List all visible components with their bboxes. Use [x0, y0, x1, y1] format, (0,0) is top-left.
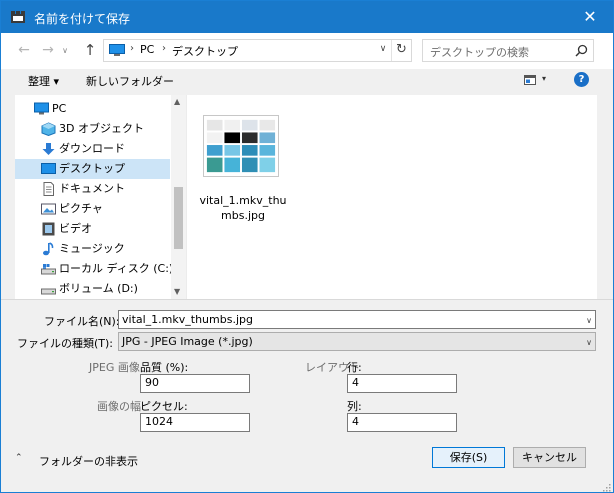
tree-item-videos[interactable]: ビデオ: [15, 219, 170, 239]
pixels-label: ピクセル:: [140, 400, 188, 413]
quality-input[interactable]: 90: [140, 374, 250, 393]
filetype-dropdown-chevron-icon[interactable]: ∨: [586, 335, 592, 350]
filename-dropdown-chevron-icon[interactable]: ∨: [586, 313, 592, 328]
scroll-down-icon[interactable]: ▼: [174, 287, 180, 296]
tree-item-pictures[interactable]: ピクチャ: [15, 199, 170, 219]
tree-item-pc[interactable]: PC: [15, 99, 170, 119]
tree-item-music[interactable]: ミュージック: [15, 239, 170, 259]
tree-item-3d-objects[interactable]: 3D オブジェクト: [15, 119, 170, 139]
refresh-button[interactable]: ↻: [391, 40, 411, 61]
address-dropdown-chevron-icon[interactable]: ∨: [377, 44, 389, 54]
refresh-icon: ↻: [396, 42, 407, 57]
computer-icon: [109, 44, 125, 56]
pixels-value: 1024: [145, 415, 173, 428]
recent-locations-chevron-icon[interactable]: ∨: [59, 42, 71, 60]
cols-input[interactable]: 4: [347, 413, 457, 432]
save-button-label: 保存(S): [449, 451, 488, 464]
file-name: vital_1.mkv_thumbs.jpg: [199, 194, 287, 222]
cancel-button-label: キャンセル: [522, 451, 577, 464]
rows-value: 4: [352, 376, 359, 389]
new-folder-button[interactable]: 新しいフォルダー: [86, 73, 174, 89]
filename-label: ファイル名(N):: [44, 315, 120, 328]
pixels-input[interactable]: 1024: [140, 413, 250, 432]
search-placeholder: デスクトップの検索: [430, 46, 529, 59]
tree-item-label: デスクトップ: [59, 162, 125, 175]
tree-item-desktop[interactable]: デスクトップ: [15, 159, 170, 179]
save-options-panel: ファイル名(N): vital_1.mkv_thumbs.jpg ∨ ファイルの…: [1, 299, 613, 492]
forward-arrow-icon[interactable]: →: [39, 42, 57, 60]
tree-item-label: ピクチャ: [59, 202, 103, 215]
up-arrow-icon[interactable]: ↑: [81, 42, 99, 60]
tree-item-downloads[interactable]: ダウンロード: [15, 139, 170, 159]
tree-item-label: 3D オブジェクト: [59, 122, 144, 135]
local-disk-icon: [41, 264, 56, 275]
title-bar[interactable]: 名前を付けて保存 ✕: [1, 1, 613, 33]
filetype-label: ファイルの種類(T):: [17, 337, 114, 350]
tree-item-label: ダウンロード: [59, 142, 125, 155]
save-button[interactable]: 保存(S): [432, 447, 505, 468]
search-icon: [575, 44, 588, 57]
navigation-bar: ← → ∨ ↑ › PC › デスクトップ ∨ ↻ デスクトップの検索: [1, 33, 613, 69]
image-thumbnail-icon: [203, 115, 279, 177]
breadcrumb-pc[interactable]: PC: [140, 43, 154, 56]
help-icon[interactable]: ?: [574, 72, 589, 87]
hide-folders-label: フォルダーの非表示: [39, 455, 138, 468]
scroll-up-icon[interactable]: ▲: [174, 97, 180, 106]
organize-button[interactable]: 整理 ▾: [28, 73, 59, 89]
3d-objects-icon: [41, 122, 56, 136]
view-options-chevron-icon[interactable]: ▾: [542, 74, 546, 83]
pictures-icon: [41, 203, 56, 215]
breadcrumb-separator: ›: [162, 43, 166, 54]
tree-item-label: ビデオ: [59, 222, 92, 235]
jpeg-group-label: JPEG 画像: [89, 361, 140, 374]
view-options-icon[interactable]: [524, 75, 536, 85]
cols-value: 4: [352, 415, 359, 428]
tree-item-local-disk-c[interactable]: ローカル ディスク (C:): [15, 259, 174, 279]
filename-value: vital_1.mkv_thumbs.jpg: [122, 313, 253, 326]
window-title: 名前を付けて保存: [34, 12, 131, 26]
tree-item-label: ボリューム (D:): [59, 282, 138, 295]
address-bar[interactable]: › PC › デスクトップ ∨ ↻: [103, 39, 412, 62]
close-button[interactable]: ✕: [567, 1, 613, 33]
filetype-select[interactable]: JPG - JPEG Image (*.jpg) ∨: [118, 332, 596, 351]
back-arrow-icon[interactable]: ←: [15, 42, 33, 60]
cancel-button[interactable]: キャンセル: [513, 447, 586, 468]
search-input[interactable]: デスクトップの検索: [422, 39, 594, 62]
command-toolbar: 整理 ▾ 新しいフォルダー ▾ ?: [1, 69, 613, 93]
quality-value: 90: [145, 376, 159, 389]
tree-item-label: PC: [52, 102, 67, 115]
app-icon: [11, 11, 25, 23]
computer-icon: [34, 102, 49, 115]
filename-input[interactable]: vital_1.mkv_thumbs.jpg ∨: [118, 310, 596, 329]
video-icon: [42, 222, 55, 236]
save-as-dialog: 名前を付けて保存 ✕ ← → ∨ ↑ › PC › デスクトップ ∨ ↻ デスク…: [0, 0, 614, 493]
download-icon: [42, 143, 55, 155]
music-icon: [43, 242, 54, 256]
breadcrumb-separator: ›: [130, 43, 134, 54]
document-icon: [43, 182, 54, 196]
cols-label: 列:: [347, 400, 362, 413]
chevron-up-icon: ⌃: [15, 453, 23, 463]
file-list-pane[interactable]: vital_1.mkv_thumbs.jpg: [187, 95, 597, 299]
tree-item-documents[interactable]: ドキュメント: [15, 179, 170, 199]
navigation-pane-scrollbar[interactable]: ▲ ▼: [171, 95, 186, 299]
tree-item-volume-d[interactable]: ボリューム (D:): [15, 279, 170, 299]
close-icon: ✕: [583, 7, 597, 26]
width-group-label: 画像の幅: [97, 400, 141, 413]
volume-drive-icon: [41, 288, 56, 295]
tree-item-label: ローカル ディスク (C:): [59, 262, 174, 275]
rows-label: 行:: [347, 361, 362, 374]
breadcrumb-desktop[interactable]: デスクトップ: [172, 43, 238, 59]
filetype-value: JPG - JPEG Image (*.jpg): [122, 335, 253, 348]
desktop-icon: [41, 163, 56, 174]
rows-input[interactable]: 4: [347, 374, 457, 393]
quality-label: 品質 (%):: [140, 361, 189, 374]
resize-grip-icon[interactable]: [601, 482, 611, 492]
navigation-pane: PC 3D オブジェクト ダウンロード デスクトップ ドキュメント ピクチャ ビ…: [15, 95, 187, 299]
tree-item-label: ドキュメント: [59, 182, 125, 195]
tree-item-label: ミュージック: [59, 242, 125, 255]
scrollbar-thumb[interactable]: [174, 187, 183, 249]
